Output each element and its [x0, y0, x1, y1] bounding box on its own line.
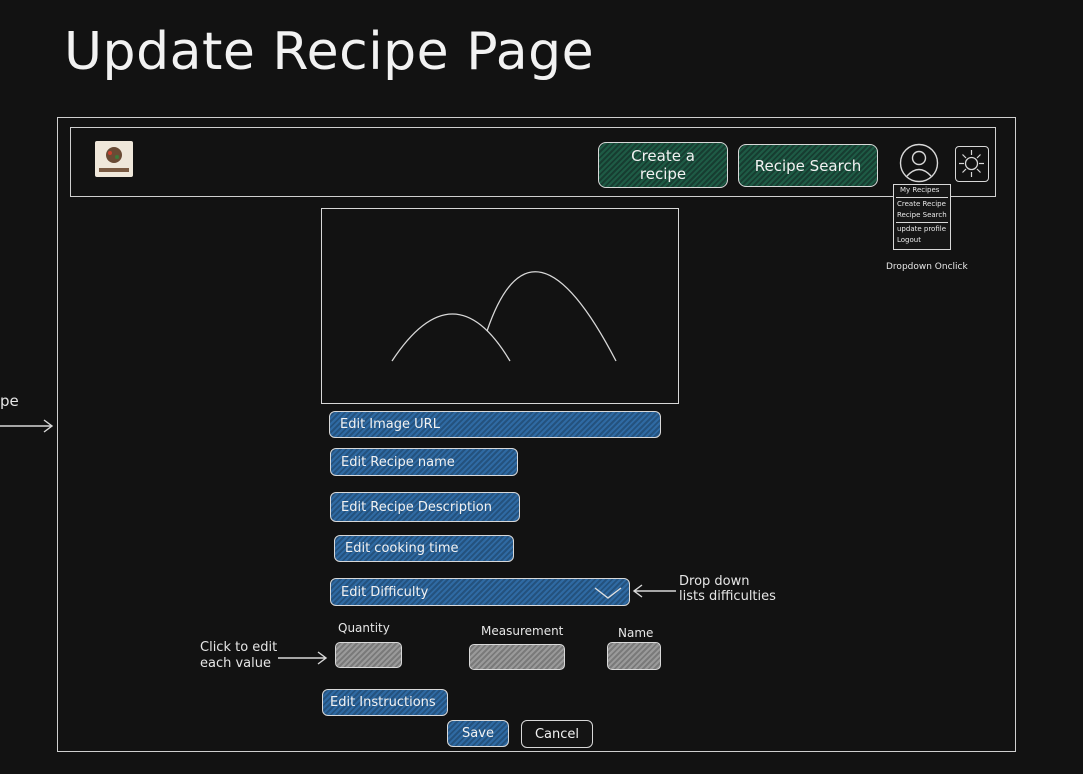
ingredients-annotation-arrow: [278, 651, 328, 665]
difficulty-annotation-arrow: [632, 584, 676, 598]
sun-icon: [959, 150, 984, 177]
left-partial-annotation: pe: [0, 392, 19, 410]
difficulty-label: Edit Difficulty: [341, 584, 429, 600]
measurement-header: Measurement: [481, 624, 564, 638]
measurement-input[interactable]: [469, 644, 565, 670]
dropdown-item-update-profile[interactable]: update profile: [894, 224, 950, 235]
user-dropdown-menu: My Recipes Create Recipe Recipe Search u…: [893, 184, 951, 250]
quantity-input[interactable]: [335, 642, 402, 668]
user-avatar-icon[interactable]: [899, 143, 939, 183]
ingredients-annotation: Click to edit each value: [200, 640, 277, 672]
brand-logo[interactable]: [95, 141, 133, 177]
ingredients-annotation-line-2: each value: [200, 656, 271, 671]
difficulty-annotation-line-1: Drop down: [679, 574, 750, 589]
edit-image-url-field[interactable]: Edit Image URL: [329, 411, 661, 438]
create-recipe-button[interactable]: Create a recipe: [598, 142, 728, 188]
chevron-down-icon: [594, 587, 622, 599]
logo-graphic: [99, 147, 129, 172]
ingredient-name-input[interactable]: [607, 642, 661, 670]
cancel-button[interactable]: Cancel: [521, 720, 593, 748]
difficulty-annotation-line-2: lists difficulties: [679, 589, 776, 604]
dropdown-divider: [896, 197, 948, 198]
dropdown-annotation: Dropdown Onclick: [886, 262, 968, 272]
left-arrow: [0, 419, 54, 433]
dropdown-item-logout[interactable]: Logout: [894, 235, 950, 246]
edit-difficulty-select[interactable]: Edit Difficulty: [330, 578, 630, 606]
dropdown-item-my-recipes[interactable]: My Recipes: [894, 185, 950, 196]
dropdown-item-recipe-search[interactable]: Recipe Search: [894, 210, 950, 221]
theme-toggle-button[interactable]: [955, 146, 989, 182]
dropdown-divider: [896, 222, 948, 223]
image-placeholder-icon: [391, 271, 617, 362]
edit-instructions-field[interactable]: Edit Instructions: [322, 689, 448, 716]
name-header: Name: [618, 626, 654, 640]
edit-recipe-description-field[interactable]: Edit Recipe Description: [330, 492, 520, 522]
dropdown-item-create-recipe[interactable]: Create Recipe: [894, 199, 950, 210]
edit-recipe-name-field[interactable]: Edit Recipe name: [330, 448, 518, 476]
quantity-header: Quantity: [338, 621, 390, 635]
recipe-search-button[interactable]: Recipe Search: [738, 144, 878, 187]
ingredients-annotation-line-1: Click to edit: [200, 640, 278, 655]
edit-cooking-time-field[interactable]: Edit cooking time: [334, 535, 514, 562]
recipe-image-placeholder: [321, 208, 679, 404]
page-title: Update Recipe Page: [64, 22, 595, 82]
difficulty-annotation: Drop down lists difficulties: [679, 574, 776, 604]
save-button[interactable]: Save: [447, 720, 509, 747]
